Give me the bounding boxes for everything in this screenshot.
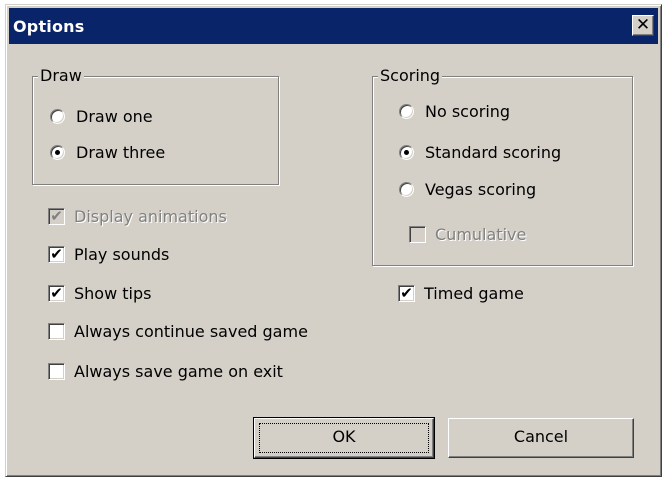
play-sounds-checkbox-box: ✔ (48, 246, 65, 263)
timed-game-checkbox-box: ✔ (398, 285, 415, 302)
checkmark-icon: ✔ (50, 207, 63, 225)
standard-scoring-label: Standard scoring (425, 143, 562, 162)
title-bar[interactable]: Options ✕ (9, 8, 658, 44)
draw-one-radio-indicator (50, 109, 65, 124)
checkmark-icon: ✔ (50, 245, 63, 263)
cancel-button[interactable]: Cancel (448, 418, 634, 458)
standard-scoring-radio-indicator (399, 145, 414, 160)
cancel-button-label: Cancel (513, 427, 569, 446)
checkmark-icon: ✔ (400, 284, 413, 302)
display-animations-label: Display animations (74, 207, 227, 226)
play-sounds-label: Play sounds (74, 245, 170, 264)
cumulative-checkbox-box (409, 226, 426, 243)
draw-three-radio-indicator (50, 145, 65, 160)
scoring-group-label: Scoring (378, 66, 443, 85)
timed-game-label: Timed game (424, 284, 524, 303)
always-save-checkbox-box (48, 363, 65, 380)
dialog-title: Options (13, 17, 85, 36)
show-tips-checkbox-box: ✔ (48, 285, 65, 302)
scoring-groupbox: Scoring No scoring Standard scoring Vega… (372, 66, 633, 266)
no-scoring-radio-indicator (399, 104, 414, 119)
display-animations-checkbox-box: ✔ (48, 208, 65, 225)
vegas-scoring-label: Vegas scoring (425, 180, 537, 199)
always-continue-label: Always continue saved game (74, 322, 308, 341)
show-tips-label: Show tips (74, 284, 152, 303)
cumulative-label: Cumulative (435, 225, 527, 244)
vegas-scoring-radio-indicator (399, 182, 414, 197)
draw-groupbox: Draw Draw one Draw three (32, 66, 279, 185)
always-continue-checkbox-box (48, 323, 65, 340)
close-button[interactable]: ✕ (632, 15, 654, 36)
no-scoring-label: No scoring (425, 102, 511, 121)
draw-group-label: Draw (38, 66, 84, 85)
always-save-label: Always save game on exit (74, 362, 283, 381)
draw-three-label: Draw three (76, 143, 166, 162)
checkmark-icon: ✔ (50, 284, 63, 302)
close-icon: ✕ (635, 15, 651, 35)
options-dialog: Options ✕ Draw Draw one Draw three Scori… (5, 4, 662, 477)
draw-one-label: Draw one (76, 107, 153, 126)
ok-button-label: OK (332, 427, 356, 446)
ok-button[interactable]: OK (253, 417, 435, 459)
